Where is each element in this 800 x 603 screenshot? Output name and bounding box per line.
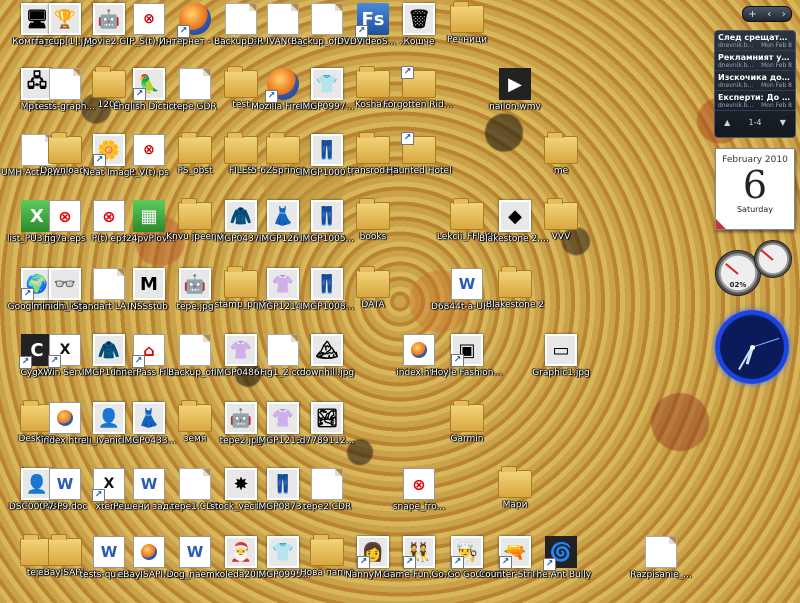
desktop-icon-label: Мари [502,500,528,510]
next-gadget-button[interactable]: › [782,9,786,20]
desktop-icon[interactable]: books [336,198,410,242]
desktop-icon[interactable]: Blakestone 2 [478,266,552,310]
desktop-icon[interactable]: DATA [336,266,410,310]
add-gadget-button[interactable]: + [748,9,756,20]
file-icon: ▣ [451,334,483,367]
desktop-icon-label: The Ant Bully [530,570,592,580]
feed-source: dnevnik.b... [718,102,754,109]
feed-title: Рекламният удар н... [718,53,792,62]
folder-icon [498,466,532,498]
file-icon [645,536,677,568]
file-icon: 🏞 [311,402,343,434]
feed-item[interactable]: Експерти: До 5% е с... dnevnik.b... Mon F… [715,91,795,111]
desktop-icon-label: snape_fro... [392,502,446,512]
desktop-icon-label: Razpisanie_... [630,570,692,580]
desktop-icon[interactable]: Мари [478,466,552,510]
folder-icon [544,198,578,230]
desktop-icon[interactable]: ▶ nailon.wmv [478,68,552,112]
feed-headlines-gadget: След срещата Бори... dnevnik.b... Mon Feb… [714,30,796,138]
clock-gadget[interactable] [715,310,789,384]
file-icon: 🏔 [311,334,343,366]
feed-source: dnevnik.b... [718,82,754,89]
feed-date: Mon Feb 8 [761,82,792,89]
desktop-icon[interactable]: VVV [524,198,598,242]
desktop-icon-label: downhill.jpg [299,368,355,378]
desktop-icon[interactable]: Haunted Hotel [382,132,456,176]
prev-gadget-button[interactable]: ‹ [767,9,771,20]
feed-next-button[interactable]: ▼ [780,118,786,127]
desktop-icon[interactable]: 🏞 d7789112... [290,402,364,446]
sidebar-controls: + ‹ › [742,6,792,22]
desktop-icon[interactable]: me [524,132,598,176]
desktop-icon-label: Hoyle Fashion Show [431,368,504,378]
desktop-icon-label: Garmin [450,434,484,444]
cpu-gauge-label: 02% [729,281,747,289]
desktop-icon-label: Graphic1.jpg [532,368,590,378]
desktop-icon[interactable]: 🏔 downhill.jpg [290,334,364,378]
desktop-icon-label: DATA [361,300,385,310]
file-icon [311,468,343,500]
desktop-icon[interactable]: Речници [430,1,504,45]
desktop-icon-label: Forgotten Riddles - T... [383,100,456,110]
feed-item[interactable]: Рекламният удар н... dnevnik.b... Mon Feb… [715,51,795,71]
file-icon: ▭ [545,334,577,366]
calendar-corner [716,219,726,229]
feed-source: dnevnik.b... [718,62,754,69]
memory-gauge-needle [760,248,774,261]
folder-icon [356,198,390,230]
clock-center [749,344,755,350]
feed-title: След срещата Бори... [718,33,792,42]
desktop-icon[interactable]: ▭ Graphic1.jpg [524,334,598,378]
folder-icon [544,132,578,164]
calendar-weekday: Saturday [736,205,774,214]
memory-gauge[interactable] [754,240,792,278]
desktop-icon[interactable]: Garmin [430,400,504,444]
desktop-icon[interactable]: Forgotten Riddles - T... [382,66,456,110]
feed-page-indicator: 1-4 [748,117,762,127]
feed-source: dnevnik.b... [718,42,754,49]
desktop-icon-label: Blakestone 2 [485,300,545,310]
feed-date: Mon Feb 8 [761,42,792,49]
desktop-icon[interactable]: Razpisanie_... [624,536,698,580]
feed-date: Mon Feb 8 [761,102,792,109]
feed-date: Mon Feb 8 [761,62,792,69]
desktop-icon-label: Речници [447,35,487,45]
feed-prev-button[interactable]: ▲ [724,118,730,127]
desktop-icon-label: Haunted Hotel [386,166,452,176]
desktop-icon-label: books [359,232,387,242]
file-icon: 🌀 [543,536,577,571]
feed-title: Изскочика доказат... [718,73,792,82]
folder-icon [450,400,484,432]
desktop-icon-label: nailon.wmv [489,102,541,112]
feed-title: Експерти: До 5% е с... [718,93,792,102]
feed-pager: ▲ 1-4 ▼ [715,111,795,133]
feed-item[interactable]: Изскочика доказат... dnevnik.b... Mon Feb… [715,71,795,91]
cpu-gauge-needle [725,262,739,275]
calendar-gadget[interactable]: February 2010 6 Saturday [715,148,795,230]
folder-icon [498,266,532,298]
desktop-icon[interactable]: ▣Hoyle Fashion Show [430,334,504,378]
desktop-icon-label: tepe2.CDR [302,502,352,512]
desktop-icon[interactable]: tepe2.CDR [290,468,364,512]
folder-icon [356,266,390,298]
file-icon: ⊗ [403,468,435,500]
file-icon: ▶ [499,68,531,100]
desktop-icon-label: VVV [551,232,571,242]
folder-icon [401,132,436,164]
folder-icon [450,1,484,33]
desktop-icon[interactable]: 🌀The Ant Bully [524,536,598,580]
folder-icon [401,66,436,98]
desktop-icon[interactable]: ⊗ snape_fro... [382,468,456,512]
desktop-icon-label: d7789112... [299,436,355,446]
calendar-day: 6 [742,163,768,207]
desktop-icon-label: me [553,166,569,176]
feed-item[interactable]: След срещата Бори... dnevnik.b... Mon Feb… [715,31,795,51]
clock-minute-hand [738,346,753,371]
clock-second-hand [751,337,779,348]
